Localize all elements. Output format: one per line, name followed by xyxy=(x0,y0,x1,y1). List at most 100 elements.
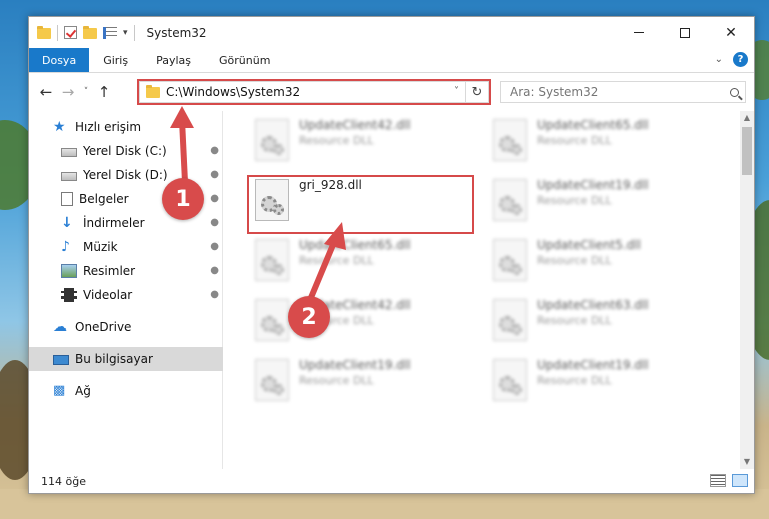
dll-file-icon xyxy=(493,299,527,341)
sidebar-item-label: Resimler xyxy=(83,264,136,278)
sidebar-item-network[interactable]: ▩ Ağ xyxy=(29,379,223,403)
folder-icon xyxy=(37,26,51,39)
file-type: Resource DLL xyxy=(537,254,612,267)
sidebar-item-videos[interactable]: Videolar ● xyxy=(29,283,223,307)
dll-file-icon xyxy=(493,239,527,281)
sidebar-item-label: Hızlı erişim xyxy=(75,120,142,134)
help-icon[interactable]: ? xyxy=(733,52,748,67)
sidebar-item-pictures[interactable]: Resimler ● xyxy=(29,259,223,283)
file-tile[interactable]: UpdateClient42.dll Resource DLL xyxy=(249,115,479,167)
properties-check-icon[interactable] xyxy=(64,26,77,39)
file-name: UpdateClient63.dll xyxy=(537,298,649,312)
file-tile[interactable]: UpdateClient65.dll Resource DLL xyxy=(249,235,479,287)
large-icons-view-icon[interactable] xyxy=(732,474,748,487)
close-button[interactable]: ✕ xyxy=(708,17,754,48)
scroll-thumb[interactable] xyxy=(742,127,752,175)
file-type: Resource DLL xyxy=(299,134,374,147)
file-type: Resource DLL xyxy=(299,254,374,267)
window-controls: ✕ xyxy=(616,17,754,48)
file-type: Resource DLL xyxy=(537,314,612,327)
cloud-icon: ☁ xyxy=(53,319,67,335)
videos-icon xyxy=(61,288,77,302)
computer-icon xyxy=(53,354,69,365)
file-tile[interactable]: UpdateClient42.dll Resource DLL xyxy=(249,295,479,347)
dll-file-icon xyxy=(255,119,289,161)
maximize-button[interactable] xyxy=(662,17,708,48)
properties-icon[interactable] xyxy=(103,26,117,39)
vertical-scrollbar[interactable]: ▲ ▼ xyxy=(740,111,754,469)
pin-icon[interactable]: ● xyxy=(210,145,219,156)
separator xyxy=(133,24,135,41)
recent-locations-button[interactable]: ˅ xyxy=(79,81,93,103)
file-name: UpdateClient65.dll xyxy=(299,238,411,252)
file-name: UpdateClient5.dll xyxy=(537,238,641,252)
file-tile[interactable]: UpdateClient19.dll Resource DLL xyxy=(487,355,717,407)
minimize-button[interactable] xyxy=(616,17,662,48)
search-box[interactable] xyxy=(500,81,746,103)
file-tile[interactable]: UpdateClient19.dll Resource DLL xyxy=(487,175,717,227)
file-type: Resource DLL xyxy=(537,374,612,387)
scroll-up-arrow-icon[interactable]: ▲ xyxy=(740,111,754,125)
new-folder-icon[interactable] xyxy=(83,26,97,39)
sidebar-item-label: Belgeler xyxy=(79,192,129,206)
sidebar-item-quick-access[interactable]: ★ Hızlı erişim xyxy=(29,115,223,139)
scroll-down-arrow-icon[interactable]: ▼ xyxy=(740,455,754,469)
sidebar-item-label: Yerel Disk (C:) xyxy=(83,144,167,158)
dll-file-icon xyxy=(255,239,289,281)
file-name: UpdateClient19.dll xyxy=(299,358,411,372)
tab-view[interactable]: Görünüm xyxy=(205,48,284,72)
sidebar-item-local-disk-c[interactable]: Yerel Disk (C:) ● xyxy=(29,139,223,163)
file-name: UpdateClient42.dll xyxy=(299,118,411,132)
pin-icon[interactable]: ● xyxy=(210,265,219,276)
window-title: System32 xyxy=(146,25,207,40)
search-icon[interactable] xyxy=(723,87,745,97)
ribbon: Dosya Giriş Paylaş Görünüm ⌄ ? xyxy=(29,48,754,73)
file-tile[interactable]: UpdateClient19.dll Resource DLL xyxy=(249,355,479,407)
tab-share[interactable]: Paylaş xyxy=(142,48,205,72)
minimize-icon xyxy=(634,32,644,33)
navigation-pane: ★ Hızlı erişim Yerel Disk (C:) ● Yerel D… xyxy=(29,111,223,469)
dll-file-icon xyxy=(493,179,527,221)
sidebar-item-onedrive[interactable]: ☁ OneDrive xyxy=(29,315,223,339)
expand-ribbon-chevron-icon[interactable]: ⌄ xyxy=(715,54,723,65)
up-button[interactable]: ↑ xyxy=(93,81,115,103)
file-type: Resource DLL xyxy=(537,194,612,207)
dll-file-icon xyxy=(493,119,527,161)
file-highlight-box xyxy=(247,175,474,234)
file-list: UpdateClient42.dll Resource DLL UpdateCl… xyxy=(223,111,740,469)
documents-icon xyxy=(61,192,73,206)
star-icon: ★ xyxy=(53,119,66,135)
pin-icon[interactable]: ● xyxy=(210,217,219,228)
search-input[interactable] xyxy=(510,85,723,99)
pin-icon[interactable]: ● xyxy=(210,241,219,252)
forward-button[interactable]: → xyxy=(57,81,79,103)
file-tile[interactable]: UpdateClient65.dll Resource DLL xyxy=(487,115,717,167)
sidebar-item-label: İndirmeler xyxy=(83,216,145,230)
download-icon: ↓ xyxy=(61,215,73,231)
file-name: UpdateClient19.dll xyxy=(537,358,649,372)
sidebar-item-label: OneDrive xyxy=(75,320,132,334)
customize-toolbar-chevron-icon[interactable]: ▾ xyxy=(123,28,128,38)
sidebar-item-label: Yerel Disk (D:) xyxy=(83,168,168,182)
file-tile[interactable]: UpdateClient63.dll Resource DLL xyxy=(487,295,717,347)
separator xyxy=(57,24,58,41)
file-tile[interactable]: UpdateClient5.dll Resource DLL xyxy=(487,235,717,287)
drive-icon xyxy=(61,172,77,181)
network-icon: ▩ xyxy=(53,383,66,398)
pin-icon[interactable]: ● xyxy=(210,289,219,300)
sidebar-item-music[interactable]: ♪ Müzik ● xyxy=(29,235,223,259)
back-button[interactable]: ← xyxy=(35,81,57,103)
pin-icon[interactable]: ● xyxy=(210,169,219,180)
pictures-icon xyxy=(61,264,77,278)
file-type: Resource DLL xyxy=(537,134,612,147)
details-view-icon[interactable] xyxy=(710,474,726,487)
pin-icon[interactable]: ● xyxy=(210,193,219,204)
status-bar: 114 öğe xyxy=(29,469,754,493)
sidebar-item-this-pc[interactable]: Bu bilgisayar xyxy=(29,347,223,371)
tab-home[interactable]: Giriş xyxy=(89,48,142,72)
dll-file-icon xyxy=(493,359,527,401)
sidebar-item-label: Müzik xyxy=(83,240,118,254)
explorer-window: ▾ System32 ✕ Dosya Giriş Paylaş Görünüm … xyxy=(28,16,755,494)
step-badge-2: 2 xyxy=(288,296,330,338)
tab-file[interactable]: Dosya xyxy=(29,48,90,72)
